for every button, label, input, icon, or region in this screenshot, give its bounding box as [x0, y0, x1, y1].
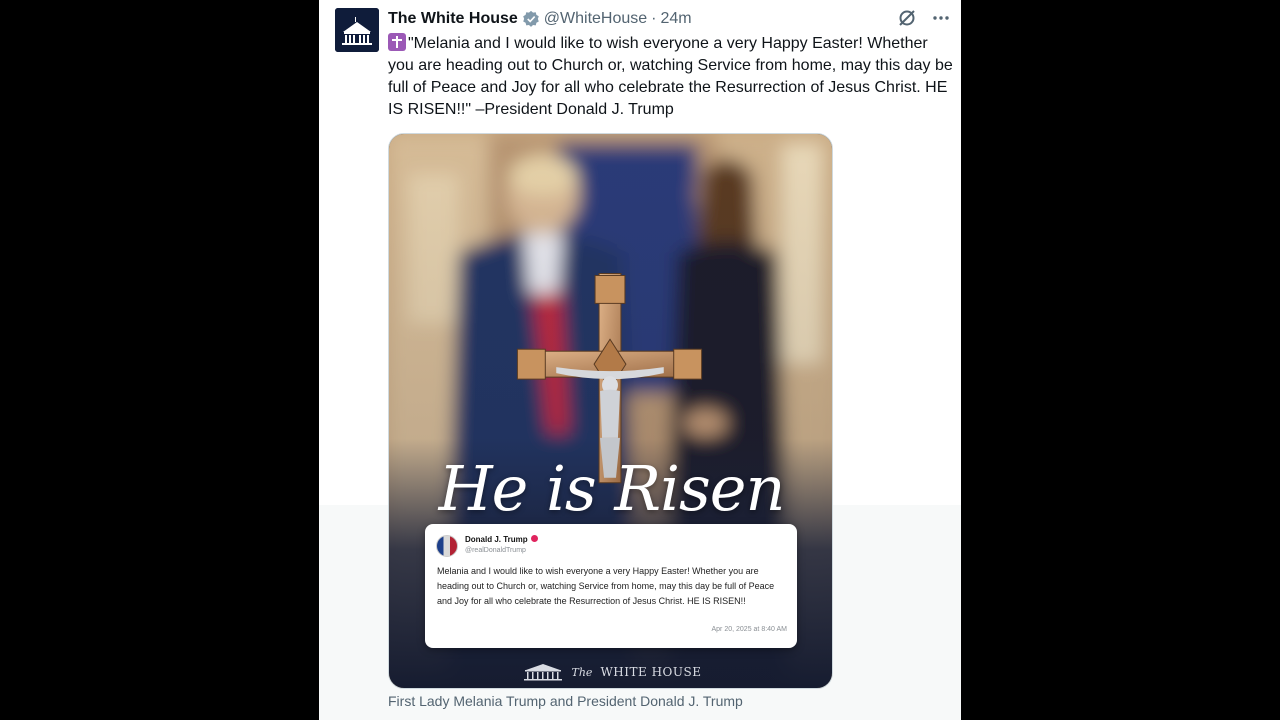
embedded-post-avatar — [436, 535, 458, 557]
embedded-post-name: Donald J. Trump — [465, 535, 538, 544]
white-house-building-icon — [523, 664, 562, 681]
white-house-logo-icon — [335, 8, 379, 52]
media-headline: He is Risen — [438, 452, 786, 525]
author-avatar[interactable] — [335, 8, 379, 52]
author-name[interactable]: The White House — [388, 10, 518, 28]
tweet-body-text: "Melania and I would like to wish everyo… — [388, 35, 953, 118]
tweet-media-image[interactable]: He is Risen Donald J. Trump @realDonaldT… — [388, 133, 833, 689]
tweet-header-actions — [897, 8, 951, 28]
footer-name: WHITE HOUSE — [600, 665, 702, 679]
embedded-post-name-text: Donald J. Trump — [465, 535, 528, 544]
embedded-post-date: Apr 20, 2025 at 8:40 AM — [711, 626, 788, 633]
white-house-footer-logo: The WHITE HOUSE — [389, 663, 832, 681]
footer-prefix: The — [571, 665, 593, 679]
tweet-text: "Melania and I would like to wish everyo… — [388, 33, 954, 121]
tweet-timestamp[interactable]: 24m — [661, 10, 692, 28]
latin-cross-emoji-icon — [388, 33, 406, 51]
embedded-post-card: Donald J. Trump @realDonaldTrump Melania… — [425, 524, 797, 648]
embedded-verified-icon — [530, 535, 538, 542]
tweet-header: The White House @WhiteHouse · 24m — [388, 8, 692, 30]
author-handle[interactable]: @WhiteHouse — [544, 10, 647, 28]
separator-dot: · — [651, 10, 657, 27]
verified-badge-icon[interactable] — [522, 10, 540, 28]
grok-icon[interactable] — [897, 8, 917, 28]
more-options-icon[interactable] — [931, 8, 951, 28]
media-caption: First Lady Melania Trump and President D… — [388, 693, 743, 709]
timeline-column: The White House @WhiteHouse · 24m "Melan… — [319, 0, 961, 720]
embedded-post-text: Melania and I would like to wish everyon… — [437, 566, 775, 606]
embedded-post-handle: @realDonaldTrump — [465, 547, 526, 554]
